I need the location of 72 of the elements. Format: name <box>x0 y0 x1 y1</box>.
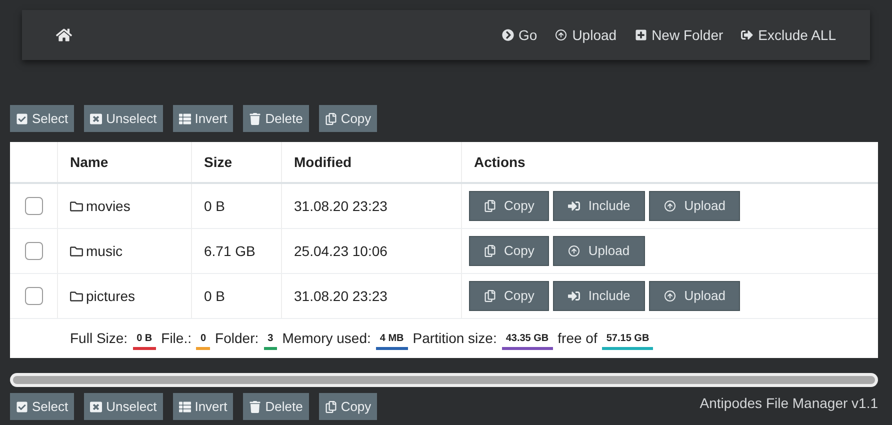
list-icon <box>178 400 191 412</box>
summary-label: free of <box>558 329 598 348</box>
toolbar-button[interactable]: Copy <box>318 105 378 132</box>
folder-name[interactable]: music <box>86 240 123 262</box>
home-icon[interactable] <box>56 27 72 43</box>
action-button[interactable]: Upload <box>649 281 740 311</box>
row-checkbox[interactable] <box>24 287 42 305</box>
arrow-up-circle-icon <box>664 290 676 302</box>
summary-label: Folder: <box>215 329 259 348</box>
scrollbar[interactable] <box>10 373 878 387</box>
action-button[interactable]: Copy <box>469 281 550 311</box>
folder-icon <box>70 290 83 302</box>
action-button[interactable]: Include <box>553 281 646 311</box>
nav-link[interactable]: Exclude ALL <box>741 24 836 46</box>
summary-label: File.: <box>161 329 192 348</box>
summary-value: 0 B <box>132 331 156 350</box>
action-button[interactable]: Include <box>553 191 646 221</box>
folder-name[interactable]: pictures <box>86 286 136 306</box>
summary-value: 43.35 GB <box>502 331 553 350</box>
exit-arrow-icon <box>741 29 754 41</box>
summary-label: Memory used: <box>282 329 371 348</box>
summary-value: 0 <box>196 331 210 350</box>
summary-value: 3 <box>264 331 278 350</box>
trash-icon <box>249 400 262 412</box>
size-cell-text: 0 B <box>204 196 226 216</box>
toolbar-button[interactable]: Select <box>10 393 74 420</box>
copy-icon <box>484 200 496 212</box>
summary-label: Full Size: <box>70 329 128 348</box>
column-header[interactable]: Size <box>204 152 232 172</box>
copy-icon <box>484 245 496 257</box>
summary-value: 4 MB <box>376 331 408 350</box>
column-header[interactable]: Modified <box>294 152 352 172</box>
action-button[interactable]: Copy <box>469 191 550 221</box>
toolbar-button[interactable]: Select <box>10 105 74 132</box>
copy-icon <box>324 112 337 124</box>
arrow-up-circle-icon <box>568 245 580 257</box>
row-checkbox[interactable] <box>24 197 42 215</box>
toolbar-button[interactable]: Invert <box>172 393 234 420</box>
summary-label: Partition size: <box>412 329 497 348</box>
copy-icon <box>484 290 496 302</box>
copy-icon <box>324 400 337 412</box>
size-cell-text: 6.71 GB <box>204 242 256 260</box>
size-cell-text: 0 B <box>204 286 226 306</box>
trash-icon <box>249 112 262 124</box>
nav-link[interactable]: New Folder <box>634 24 724 46</box>
column-header[interactable]: Name <box>70 152 108 172</box>
nav-link[interactable]: Go <box>502 24 538 46</box>
toolbar-button[interactable]: Unselect <box>84 105 163 132</box>
action-button[interactable]: Upload <box>649 191 740 221</box>
modified-cell-text: 25.04.23 10:06 <box>294 242 388 260</box>
folder-icon <box>70 244 83 258</box>
column-header[interactable]: Actions <box>474 152 526 172</box>
toolbar-button[interactable]: Delete <box>243 105 309 132</box>
enter-arrow-icon <box>568 290 580 302</box>
action-button[interactable]: Upload <box>553 236 645 266</box>
arrow-up-circle-icon <box>664 200 676 212</box>
enter-arrow-icon <box>568 200 580 212</box>
toolbar-button[interactable]: Copy <box>318 393 378 420</box>
row-checkbox[interactable] <box>24 242 42 260</box>
folder-name[interactable]: movies <box>86 196 130 216</box>
toolbar-button[interactable]: Unselect <box>84 393 163 420</box>
action-button[interactable]: Copy <box>469 236 550 266</box>
arrow-up-circle-icon <box>555 29 568 41</box>
toolbar-button[interactable]: Delete <box>243 393 309 420</box>
modified-cell-text: 31.08.20 23:23 <box>294 286 388 306</box>
app-version: Antipodes File Manager v1.1 <box>700 394 878 413</box>
modified-cell-text: 31.08.20 23:23 <box>294 196 388 216</box>
folder-icon <box>70 200 83 212</box>
summary-value: 57.15 GB <box>602 331 654 350</box>
list-icon <box>178 112 191 124</box>
nav-link[interactable]: Upload <box>555 24 617 46</box>
toolbar-button[interactable]: Invert <box>172 105 234 132</box>
